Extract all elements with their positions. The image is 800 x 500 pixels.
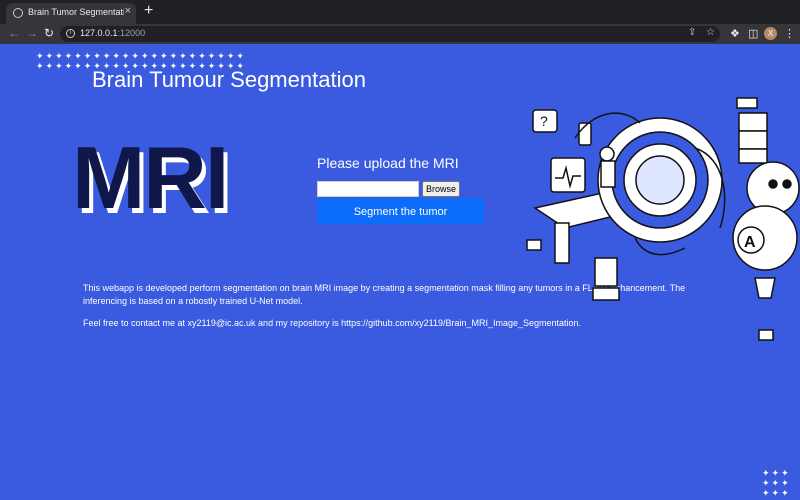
forward-arrow-icon[interactable]: → bbox=[26, 26, 38, 40]
segment-tumor-button[interactable]: Segment the tumor bbox=[317, 198, 484, 224]
page-title: Brain Tumour Segmentation bbox=[92, 67, 366, 92]
browse-button[interactable]: Browse bbox=[422, 181, 460, 197]
bed-leg bbox=[554, 222, 570, 264]
extensions-puzzle-icon[interactable]: ❖ bbox=[730, 27, 740, 40]
browser-tab-bar: Brain Tumor Segmentation U-N × + bbox=[0, 0, 800, 24]
box-stack-2 bbox=[738, 130, 768, 150]
back-arrow-icon[interactable]: ← bbox=[8, 26, 20, 40]
url-host: 127.0.0.1 bbox=[80, 28, 118, 38]
new-tab-button[interactable]: + bbox=[144, 2, 153, 20]
address-bar[interactable]: i 127.0.0.1:12000 ⇪ ☆ bbox=[60, 26, 720, 42]
patient-body bbox=[600, 160, 616, 188]
block-small-right bbox=[758, 329, 774, 341]
mri-logo: MRI bbox=[72, 128, 229, 227]
profile-avatar[interactable]: X bbox=[764, 27, 777, 40]
svg-text:?: ? bbox=[540, 113, 548, 129]
mri-machine-illustration: ? A bbox=[526, 97, 800, 341]
patient-head bbox=[599, 146, 615, 162]
box-top bbox=[736, 97, 758, 109]
decorative-stars-bottom: ✦✦✦ ✦✦✦ ✦✦✦ bbox=[762, 468, 791, 498]
sidebar-icon[interactable]: ◫ bbox=[748, 27, 758, 40]
upload-label: Please upload the MRI bbox=[317, 155, 459, 171]
robot-badge-letter: A bbox=[744, 234, 756, 251]
robot-thruster bbox=[754, 277, 776, 299]
block-small-left bbox=[526, 239, 542, 251]
bookmark-star-icon[interactable]: ☆ bbox=[706, 27, 715, 38]
stand-base bbox=[592, 287, 620, 301]
info-icon[interactable]: i bbox=[66, 29, 75, 38]
reload-icon[interactable]: ↻ bbox=[44, 26, 54, 40]
browser-tab[interactable]: Brain Tumor Segmentation U-N × bbox=[6, 3, 136, 24]
url-text: 127.0.0.1:12000 bbox=[80, 28, 145, 38]
box-stack-1 bbox=[738, 112, 768, 132]
globe-icon bbox=[13, 8, 23, 18]
tab-title: Brain Tumor Segmentation U-N bbox=[28, 7, 124, 17]
share-icon[interactable]: ⇪ bbox=[688, 27, 696, 38]
close-tab-icon[interactable]: × bbox=[125, 5, 131, 17]
kebab-menu-icon[interactable]: ⋮ bbox=[784, 27, 795, 40]
url-port: :12000 bbox=[117, 28, 146, 38]
stand-box bbox=[594, 257, 618, 287]
file-path-input[interactable] bbox=[317, 181, 419, 197]
browser-toolbar: ← → ↻ i 127.0.0.1:12000 ⇪ ☆ ❖ ◫ X ⋮ bbox=[0, 24, 800, 44]
